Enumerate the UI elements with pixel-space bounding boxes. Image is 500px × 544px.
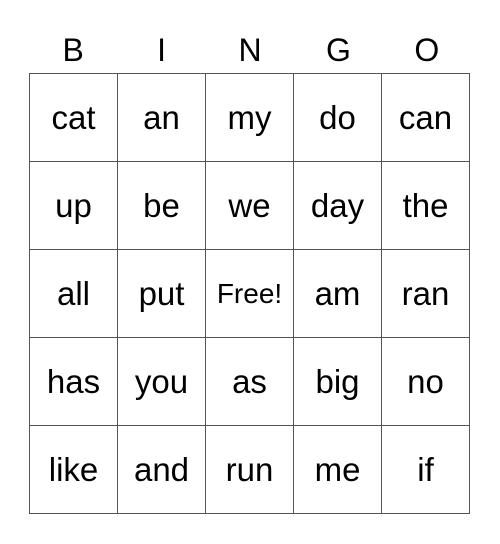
bingo-cell[interactable]: put: [118, 250, 206, 338]
bingo-cell[interactable]: ran: [382, 250, 470, 338]
free-space-cell[interactable]: Free!: [206, 250, 294, 338]
bingo-cell[interactable]: big: [294, 338, 382, 426]
bingo-cell[interactable]: all: [30, 250, 118, 338]
bingo-cell[interactable]: if: [382, 426, 470, 514]
bingo-cell[interactable]: as: [206, 338, 294, 426]
bingo-header: B I N G O: [29, 28, 471, 72]
bingo-cell[interactable]: can: [382, 74, 470, 162]
header-letter-o: O: [414, 32, 440, 68]
bingo-cell[interactable]: we: [206, 162, 294, 250]
bingo-cell[interactable]: has: [30, 338, 118, 426]
header-letter-g: G: [325, 32, 351, 68]
bingo-cell[interactable]: and: [118, 426, 206, 514]
bingo-cell[interactable]: the: [382, 162, 470, 250]
bingo-cell[interactable]: an: [118, 74, 206, 162]
bingo-cell[interactable]: me: [294, 426, 382, 514]
bingo-card-grid: cat an my do can up be we day the all pu…: [29, 73, 470, 514]
bingo-cell[interactable]: be: [118, 162, 206, 250]
bingo-cell[interactable]: am: [294, 250, 382, 338]
bingo-cell[interactable]: no: [382, 338, 470, 426]
bingo-cell[interactable]: cat: [30, 74, 118, 162]
bingo-cell[interactable]: you: [118, 338, 206, 426]
bingo-cell[interactable]: do: [294, 74, 382, 162]
bingo-cell[interactable]: up: [30, 162, 118, 250]
bingo-cell[interactable]: like: [30, 426, 118, 514]
header-letter-i: I: [157, 32, 167, 68]
bingo-cell[interactable]: run: [206, 426, 294, 514]
bingo-cell[interactable]: my: [206, 74, 294, 162]
header-letter-n: N: [238, 32, 262, 68]
header-letter-b: B: [62, 32, 84, 68]
bingo-cell[interactable]: day: [294, 162, 382, 250]
